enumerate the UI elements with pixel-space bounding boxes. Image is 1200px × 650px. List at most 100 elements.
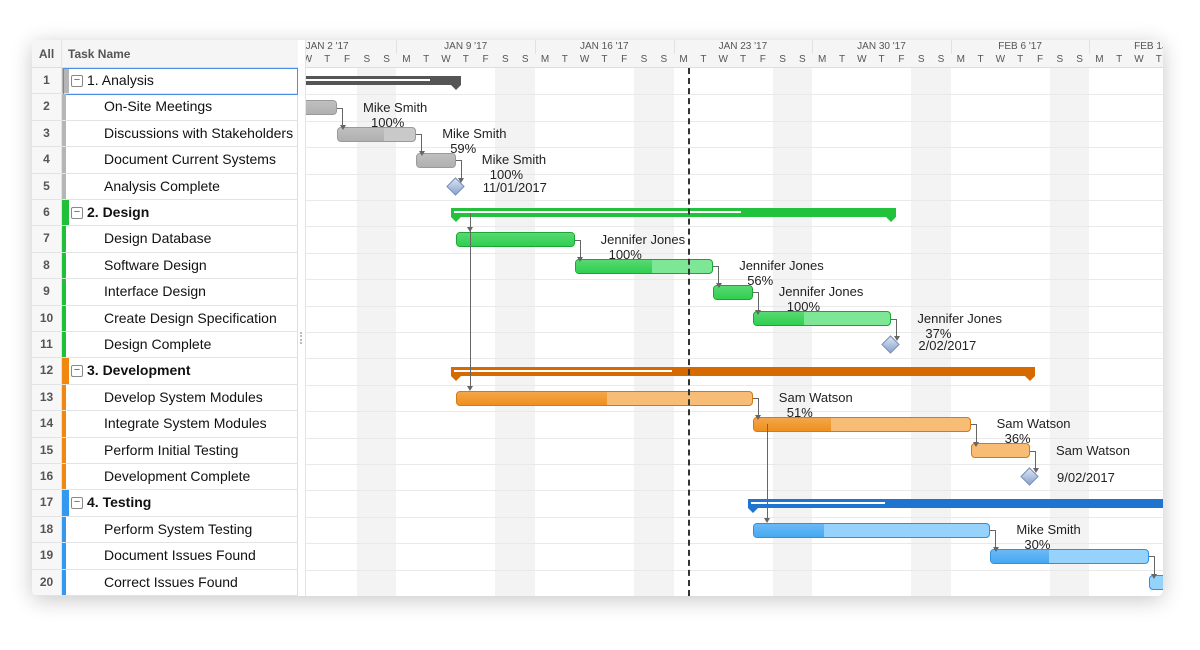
- task-name[interactable]: Correct Issues Found: [104, 570, 238, 595]
- task-row[interactable]: 17−4. Testing: [32, 490, 298, 517]
- task-bar[interactable]: [970, 443, 1030, 459]
- task-bar[interactable]: [752, 522, 991, 538]
- task-bar[interactable]: [752, 416, 971, 432]
- task-name[interactable]: Interface Design: [104, 279, 206, 304]
- progress-fill: [456, 233, 574, 247]
- task-name[interactable]: Software Design: [104, 253, 207, 278]
- task-bar[interactable]: [752, 311, 892, 327]
- progress-fill: [753, 523, 825, 537]
- summary-bar[interactable]: [747, 498, 1163, 508]
- task-bar[interactable]: [455, 390, 753, 406]
- group-color-stripe: [62, 411, 66, 437]
- collapse-toggle-icon[interactable]: −: [71, 207, 83, 219]
- dependency-arrow-icon: [418, 151, 425, 157]
- task-row[interactable]: 1−1. Analysis: [32, 68, 298, 95]
- week-label: FEB 13 '17: [1134, 41, 1163, 52]
- day-letter: M: [818, 54, 827, 65]
- dependency-line: [896, 318, 898, 336]
- selected-cell-outline: [63, 68, 298, 95]
- task-row[interactable]: 5 Analysis Complete: [32, 173, 298, 200]
- task-row[interactable]: 10 Create Design Specification: [32, 305, 298, 332]
- task-row[interactable]: 14 Integrate System Modules: [32, 411, 298, 438]
- day-letter: S: [502, 54, 509, 65]
- row-number: 2: [32, 94, 62, 120]
- dependency-arrow-icon: [764, 517, 771, 523]
- group-color-stripe: [62, 543, 66, 569]
- row-number: 16: [32, 464, 62, 490]
- task-name[interactable]: Document Issues Found: [104, 543, 256, 568]
- day-letter: W: [1134, 54, 1144, 65]
- task-bar[interactable]: [574, 258, 714, 274]
- task-name[interactable]: 2. Design: [87, 200, 149, 225]
- task-row[interactable]: 7 Design Database: [32, 226, 298, 253]
- task-bar[interactable]: [990, 548, 1149, 564]
- dependency-arrow-icon: [339, 124, 346, 130]
- gantt-chart-window: All Task Name 1−1. Analysis 2 On-Site Meet…: [32, 40, 1163, 596]
- day-letter: S: [917, 54, 925, 65]
- row-number: 15: [32, 437, 62, 463]
- day-letter: T: [977, 54, 984, 65]
- task-name[interactable]: 4. Testing: [87, 490, 151, 515]
- week-label: JAN 2 '17: [305, 41, 349, 52]
- summary-progress-line: [298, 79, 431, 82]
- task-name[interactable]: Analysis Complete: [104, 174, 220, 199]
- task-name[interactable]: Document Current Systems: [104, 147, 276, 172]
- task-name[interactable]: On-Site Meetings: [104, 94, 212, 119]
- resource-name: Jennifer Jones: [778, 284, 864, 300]
- day-letter: T: [838, 54, 846, 65]
- task-bar[interactable]: [337, 126, 417, 142]
- task-name[interactable]: Discussions with Stakeholders: [104, 121, 293, 146]
- summary-bar[interactable]: [450, 208, 897, 218]
- day-letter: F: [898, 54, 905, 65]
- task-row[interactable]: 19 Document Issues Found: [32, 543, 298, 570]
- grip-icon: [300, 332, 303, 344]
- task-bar[interactable]: [455, 232, 575, 248]
- task-name-header[interactable]: Task Name: [62, 40, 298, 68]
- task-row[interactable]: 8 Software Design: [32, 252, 298, 280]
- task-row[interactable]: 13 Develop System Modules: [32, 384, 298, 412]
- task-name[interactable]: Development Complete: [104, 464, 250, 489]
- gantt-timeline: Mike Smith 100% Mike Smith 59% Mike Smith 100…: [298, 40, 1163, 596]
- task-name[interactable]: Perform Initial Testing: [104, 438, 238, 463]
- summary-bar[interactable]: [450, 366, 1035, 376]
- task-name[interactable]: Design Database: [104, 226, 211, 251]
- task-row[interactable]: 4 Document Current Systems: [32, 147, 298, 174]
- dependency-line: [975, 424, 977, 442]
- select-all-header[interactable]: All: [32, 40, 62, 68]
- day-letter: M: [540, 54, 550, 65]
- row-number: 19: [32, 543, 62, 569]
- summary-end-marker: [1025, 375, 1035, 381]
- day-letter: S: [779, 54, 786, 65]
- summary-bar[interactable]: [298, 76, 461, 86]
- task-row[interactable]: 11 Design Complete: [32, 332, 298, 359]
- week-label: JAN 16 '17: [579, 41, 629, 52]
- row-gridline: [298, 226, 1163, 228]
- panel-splitter[interactable]: [298, 40, 306, 596]
- task-row[interactable]: 12−3. Development: [32, 358, 298, 385]
- collapse-toggle-icon[interactable]: −: [71, 497, 83, 510]
- row-number: 3: [32, 120, 62, 147]
- task-label: Jennifer Jones 37%: [917, 311, 1002, 341]
- task-name[interactable]: Integrate System Modules: [104, 411, 267, 436]
- collapse-toggle-icon[interactable]: −: [71, 365, 83, 378]
- day-letter: W: [857, 54, 867, 65]
- task-row[interactable]: 16 Development Complete: [32, 464, 298, 491]
- task-row[interactable]: 15 Perform Initial Testing: [32, 437, 298, 464]
- task-row[interactable]: 18 Perform System Testing: [32, 516, 298, 544]
- summary-end-marker: [886, 217, 897, 223]
- resource-name: Sam Watson: [996, 416, 1071, 432]
- task-row[interactable]: 3 Discussions with Stakeholders: [32, 120, 298, 148]
- task-name[interactable]: Design Complete: [104, 332, 211, 357]
- task-name[interactable]: Create Design Specification: [104, 306, 277, 331]
- task-name[interactable]: Perform System Testing: [104, 517, 252, 542]
- task-name[interactable]: 3. Development: [87, 358, 190, 383]
- task-row[interactable]: 6−2. Design: [32, 200, 298, 227]
- task-row[interactable]: 9 Interface Design: [32, 279, 298, 306]
- row-gridline: [298, 120, 1163, 122]
- dependency-arrow-icon: [755, 415, 762, 421]
- row-gridline: [298, 332, 1163, 333]
- task-row[interactable]: 20 Correct Issues Found: [32, 569, 298, 596]
- task-name[interactable]: Develop System Modules: [104, 385, 263, 410]
- dependency-line: [460, 160, 462, 178]
- task-row[interactable]: 2 On-Site Meetings: [32, 94, 298, 121]
